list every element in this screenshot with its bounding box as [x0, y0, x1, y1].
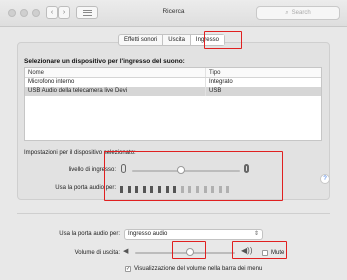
device-name: Microfono interno — [25, 78, 206, 87]
input-volume-label: livello di ingresso: — [68, 167, 116, 173]
search-icon: ⌕ — [285, 9, 289, 16]
output-port-value: Ingresso audio — [128, 231, 168, 237]
title-bar: ‹ › Ricerca ⌕ Search — [0, 0, 347, 27]
device-name: USB Audio della telecamera live Devi — [25, 87, 206, 96]
speaker-low-icon: ◀ — [123, 248, 129, 255]
table-row[interactable]: Microfono interno Integrato — [25, 78, 321, 87]
menu-bar-volume-label: Visualizzazione del volume nella barra d… — [134, 266, 263, 272]
column-name[interactable]: Nome — [25, 68, 206, 77]
input-heading: Selezionare un dispositivo per l'ingress… — [24, 58, 185, 65]
menu-bar-volume-checkbox[interactable]: ✓ — [125, 266, 131, 272]
updown-arrows-icon: ⇕ — [253, 231, 259, 237]
device-type: Integrato — [209, 79, 233, 85]
output-port-select[interactable]: Ingresso audio ⇕ — [124, 229, 263, 240]
output-thumb-highlight — [172, 241, 206, 259]
input-tab-highlight — [204, 31, 242, 49]
help-button[interactable]: ? — [320, 174, 330, 184]
output-mute-highlight — [232, 241, 287, 259]
table-header: Nome Tipo — [25, 68, 321, 78]
output-port-label: Usa la porta audio per: — [59, 231, 120, 237]
tab-sound-effects[interactable]: Effetti sonori — [119, 35, 164, 45]
tab-output[interactable]: Uscita — [163, 35, 191, 45]
search-field[interactable]: ⌕ Search — [256, 6, 340, 20]
device-type: USB — [209, 88, 222, 94]
table-row-selected[interactable]: USB Audio della telecamera live Devi USB — [25, 87, 321, 96]
column-type[interactable]: Tipo — [206, 68, 220, 77]
output-volume-label: Volume di uscita: — [74, 250, 120, 256]
search-placeholder: Search — [291, 10, 311, 16]
device-table[interactable]: Nome Tipo Microfono interno Integrato US… — [24, 67, 322, 141]
divider — [17, 213, 330, 214]
input-meter-label: Usa la porta audio per: — [55, 185, 116, 191]
input-settings-highlight — [104, 151, 283, 201]
